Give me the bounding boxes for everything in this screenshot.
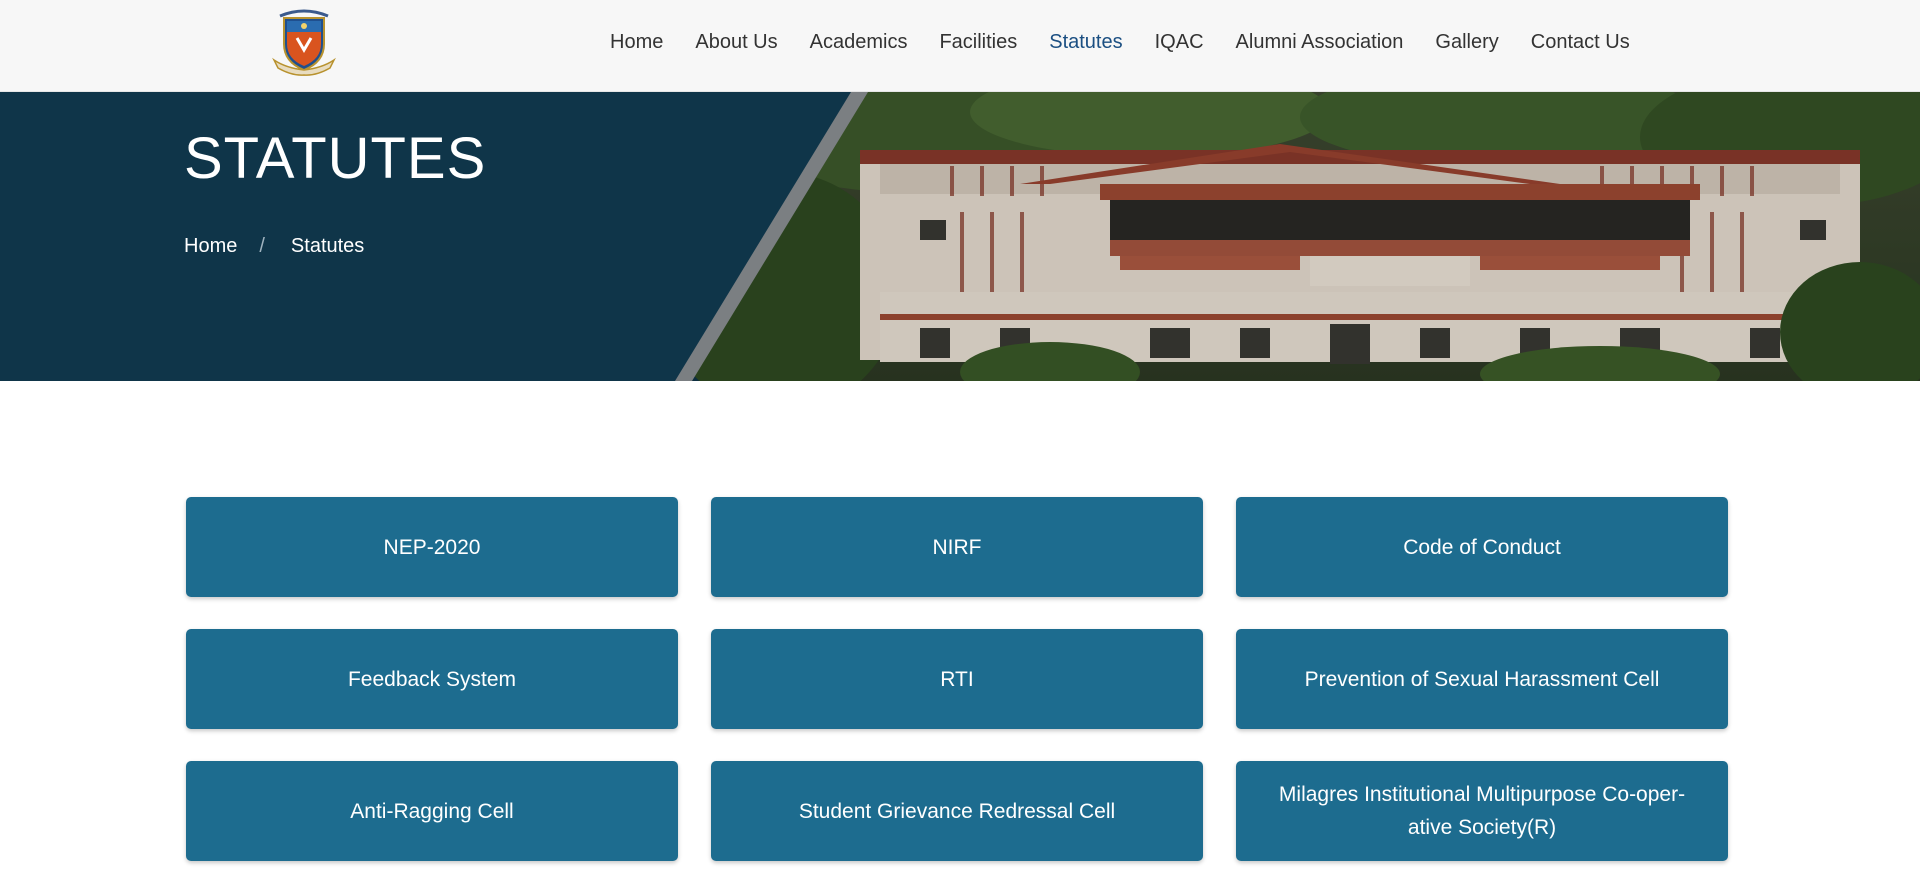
statute-card-nep-2020[interactable]: NEP-2020: [186, 497, 678, 597]
statute-card-nirf[interactable]: NIRF: [711, 497, 1203, 597]
college-logo[interactable]: [266, 4, 342, 76]
page-banner: STATUTES Home / Statutes: [0, 92, 1920, 381]
statutes-grid: NEP-2020 NIRF Code of Conduct Feedback Syst…: [186, 497, 1728, 861]
page-title: STATUTES: [184, 126, 487, 191]
nav-item-gallery[interactable]: Gallery: [1435, 32, 1498, 52]
nav-item-home[interactable]: Home: [610, 32, 663, 52]
statute-card-prevention-of-sexual-harassment-cell[interactable]: Prevention of Sexual Harassment Cell: [1236, 629, 1728, 729]
nav-item-statutes[interactable]: Statutes: [1049, 32, 1122, 52]
statute-card-rti[interactable]: RTI: [711, 629, 1203, 729]
nav-item-alumni-association[interactable]: Alumni Association: [1236, 32, 1404, 52]
college-crest-icon: [272, 9, 336, 76]
breadcrumb-home[interactable]: Home: [184, 236, 237, 256]
statute-card-anti-ragging-cell[interactable]: Anti-Ragging Cell: [186, 761, 678, 861]
nav-item-academics[interactable]: Academics: [810, 32, 908, 52]
statute-card-feedback-system[interactable]: Feedback System: [186, 629, 678, 729]
statute-card-student-grievance-redressal-cell[interactable]: Student Grievance Redressal Cell: [711, 761, 1203, 861]
nav-item-about-us[interactable]: About Us: [695, 32, 777, 52]
breadcrumb-separator: /: [259, 235, 265, 257]
site-header: Home About Us Academics Facilities Statutes I…: [0, 0, 1920, 92]
nav-item-facilities[interactable]: Facilities: [939, 32, 1017, 52]
statute-card-milagres-institutional-multipurpose-co-oper-ative-society-r[interactable]: Milagres Institutional Multipurpose Co-o…: [1236, 761, 1728, 861]
main-nav: Home About Us Academics Facilities Statutes I…: [610, 0, 1630, 84]
statute-card-code-of-conduct[interactable]: Code of Conduct: [1236, 497, 1728, 597]
breadcrumb-current: Statutes: [290, 235, 365, 257]
nav-item-iqac[interactable]: IQAC: [1155, 32, 1204, 52]
breadcrumb: Home / Statutes: [184, 236, 364, 256]
nav-item-contact-us[interactable]: Contact Us: [1531, 32, 1630, 52]
